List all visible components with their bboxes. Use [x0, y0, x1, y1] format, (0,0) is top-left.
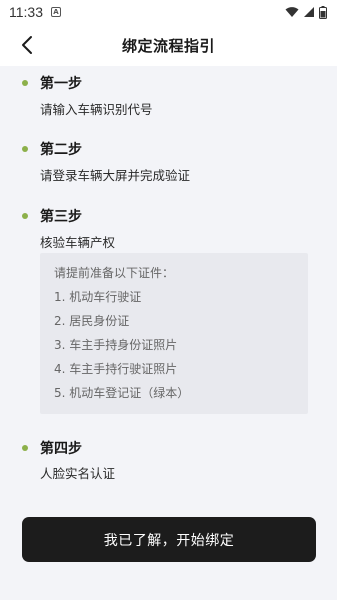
page-title: 绑定流程指引 [121, 36, 215, 55]
document-item: 2. 居民身份证 [54, 314, 130, 328]
documents-intro: 请提前准备以下证件： [54, 266, 175, 280]
document-item: 3. 车主手持身份证照片 [54, 338, 178, 352]
document-item: 1. 机动车行驶证 [54, 290, 142, 304]
status-bar: 11:33 A [0, 0, 337, 24]
start-binding-button[interactable]: 我已了解，开始绑定 [22, 517, 316, 562]
step-title: 第一步 [40, 76, 82, 92]
wifi-icon [285, 7, 299, 17]
required-documents-box: 请提前准备以下证件： 1. 机动车行驶证 2. 居民身份证 3. 车主手持身份证… [40, 253, 308, 414]
step-title: 第三步 [40, 209, 82, 225]
battery-icon [319, 5, 327, 19]
step-dot [22, 445, 28, 451]
document-item: 4. 车主手持行驶证照片 [54, 362, 178, 376]
step-desc: 人脸实名认证 [40, 466, 116, 481]
step-title: 第四步 [40, 441, 82, 457]
step-dot [22, 146, 28, 152]
step-dot [22, 213, 28, 219]
chevron-left-icon [22, 36, 32, 54]
notification-icon: A [51, 7, 61, 17]
step-dot [22, 80, 28, 86]
step-desc: 核验车辆产权 [40, 235, 116, 250]
back-button[interactable] [14, 32, 40, 58]
status-right [285, 5, 327, 19]
step-desc: 请登录车辆大屏并完成验证 [40, 168, 191, 183]
step-title: 第二步 [40, 142, 82, 158]
step-desc: 请输入车辆识别代号 [40, 102, 153, 117]
home-indicator [0, 590, 337, 600]
status-left: 11:33 A [9, 4, 61, 20]
document-item: 5. 机动车登记证（绿本） [54, 386, 190, 400]
signal-icon [304, 7, 314, 17]
app-header: 绑定流程指引 [0, 24, 337, 66]
status-time: 11:33 [9, 4, 43, 20]
